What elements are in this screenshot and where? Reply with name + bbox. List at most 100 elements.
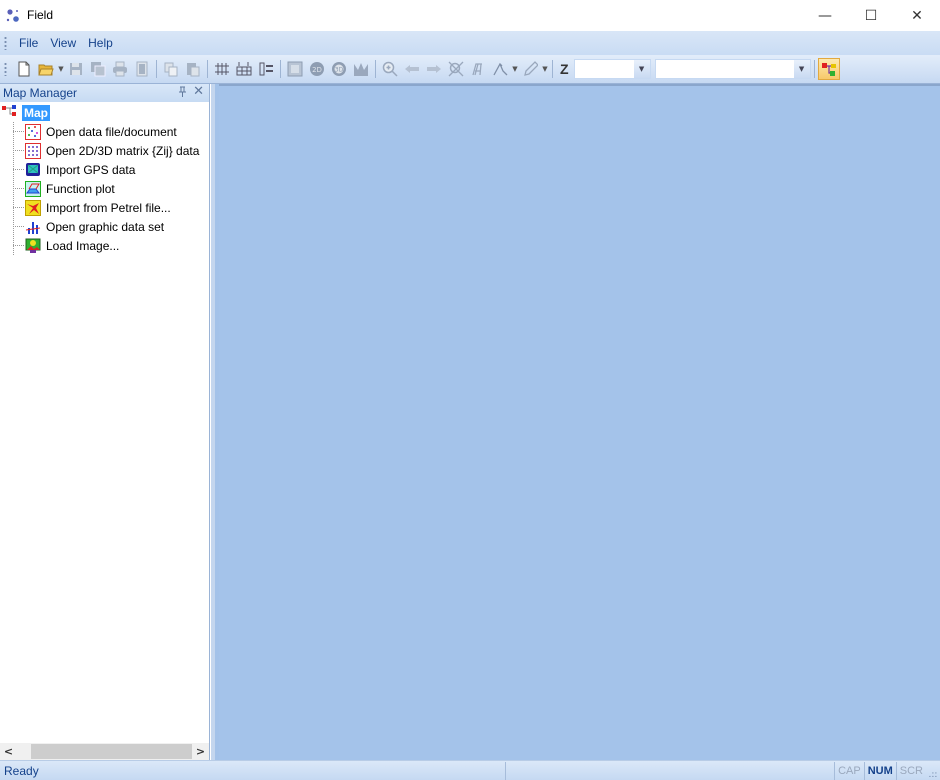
layer-combo-value bbox=[656, 60, 794, 78]
tree-item-open-data-file[interactable]: Open data file/document bbox=[0, 122, 209, 141]
resize-grip-icon[interactable]: .:: bbox=[926, 762, 940, 780]
paste-button[interactable] bbox=[183, 59, 203, 79]
z-combo[interactable]: ▼ bbox=[573, 59, 651, 79]
tree-root-label: Map bbox=[22, 105, 50, 121]
minimize-icon: — bbox=[818, 7, 832, 24]
frame-icon bbox=[287, 61, 303, 77]
scatter-data-icon bbox=[25, 123, 41, 140]
layer-tree-icon bbox=[821, 63, 836, 76]
save-all-icon bbox=[91, 62, 106, 77]
tree-item-load-image[interactable]: Load Image... bbox=[0, 236, 209, 255]
pin-icon[interactable] bbox=[178, 86, 187, 100]
z-combo-value bbox=[575, 60, 634, 78]
arrow-left-icon bbox=[405, 65, 419, 73]
pen-button[interactable] bbox=[520, 59, 540, 79]
menu-grip-handle[interactable] bbox=[4, 36, 7, 50]
maximize-button[interactable]: ☐ bbox=[848, 0, 894, 31]
scroll-left-icon[interactable]: < bbox=[0, 743, 17, 760]
toolbar-separator bbox=[207, 60, 208, 78]
pen-icon bbox=[524, 61, 538, 76]
cap-lock-indicator: CAP bbox=[834, 761, 864, 780]
toolbar-separator bbox=[813, 60, 815, 78]
select-dropdown-arrow[interactable]: ▼ bbox=[511, 65, 519, 73]
toolbar-separator bbox=[552, 60, 553, 78]
close-button[interactable]: ✕ bbox=[894, 0, 940, 31]
menu-help[interactable]: Help bbox=[82, 31, 119, 55]
menu-bar: File View Help bbox=[0, 31, 940, 55]
minimize-button[interactable]: — bbox=[802, 0, 848, 31]
layer-combo[interactable]: ▼ bbox=[654, 59, 811, 79]
select-pointer-icon bbox=[493, 62, 508, 76]
select-pointer-button[interactable] bbox=[490, 59, 510, 79]
zoom-in-icon bbox=[382, 61, 398, 77]
status-text: Ready bbox=[0, 761, 506, 780]
pen-dropdown-arrow[interactable]: ▼ bbox=[541, 65, 549, 73]
app-dots-icon bbox=[6, 9, 19, 22]
tree-item-label: Import GPS data bbox=[46, 162, 136, 177]
tree-root-map[interactable]: Map bbox=[0, 104, 209, 122]
map-tree-icon bbox=[2, 105, 16, 116]
layer-tree-button[interactable] bbox=[817, 58, 840, 80]
workspace-canvas[interactable] bbox=[219, 84, 940, 760]
image-icon bbox=[25, 238, 41, 253]
save-button[interactable] bbox=[66, 59, 86, 79]
print-button[interactable] bbox=[110, 59, 130, 79]
save-all-button[interactable] bbox=[88, 59, 108, 79]
map-manager-header: Map Manager ✕ bbox=[0, 84, 209, 102]
pan-right-button[interactable] bbox=[424, 59, 444, 79]
histogram-button[interactable] bbox=[351, 59, 371, 79]
zoom-fit-icon bbox=[448, 61, 464, 77]
arrow-right-icon bbox=[427, 65, 441, 73]
menu-file[interactable]: File bbox=[13, 31, 44, 55]
list-button[interactable] bbox=[256, 59, 276, 79]
matrix-icon bbox=[25, 142, 41, 159]
tree-item-label: Open 2D/3D matrix {Zij} data bbox=[46, 143, 200, 158]
scroll-track[interactable] bbox=[17, 743, 192, 760]
paste-icon bbox=[187, 63, 200, 77]
scroll-thumb[interactable] bbox=[31, 744, 192, 759]
menu-view[interactable]: View bbox=[44, 31, 82, 55]
tree-item-open-matrix[interactable]: Open 2D/3D matrix {Zij} data bbox=[0, 141, 209, 160]
toolbar: ▼ 2D 3D ▼ ▼ Z ▼ ▼ bbox=[0, 55, 940, 84]
tree-item-open-graphic-data[interactable]: Open graphic data set bbox=[0, 217, 209, 236]
tree-item-function-plot[interactable]: Function plot bbox=[0, 179, 209, 198]
pan-left-button[interactable] bbox=[402, 59, 422, 79]
print-icon bbox=[113, 61, 127, 77]
2d-button[interactable]: 2D bbox=[307, 59, 327, 79]
horizontal-scrollbar[interactable]: < > bbox=[0, 743, 209, 760]
axis-button[interactable] bbox=[468, 59, 488, 79]
tree-item-label: Open graphic data set bbox=[46, 219, 165, 234]
list-icon bbox=[259, 62, 273, 76]
3d-button[interactable]: 3D bbox=[329, 59, 349, 79]
toolbar-grip-handle[interactable] bbox=[4, 62, 7, 76]
map-tree: Map Open data file/document Open 2D/3D m… bbox=[0, 102, 209, 255]
mdi-workspace bbox=[211, 84, 940, 760]
open-folder-icon bbox=[38, 64, 54, 76]
histogram-icon bbox=[354, 63, 368, 76]
zoom-fit-button[interactable] bbox=[446, 59, 466, 79]
print-preview-button[interactable] bbox=[132, 59, 152, 79]
new-document-button[interactable] bbox=[14, 59, 34, 79]
open-dropdown-arrow[interactable]: ▼ bbox=[57, 65, 65, 73]
tree-item-import-gps[interactable]: Import GPS data bbox=[0, 160, 209, 179]
close-panel-icon[interactable]: ✕ bbox=[193, 84, 204, 99]
zoom-in-button[interactable] bbox=[380, 59, 400, 79]
maximize-icon: ☐ bbox=[864, 7, 878, 24]
close-icon: ✕ bbox=[911, 7, 923, 24]
toolbar-separator bbox=[156, 60, 157, 78]
tree-item-import-petrel[interactable]: Import from Petrel file... bbox=[0, 198, 209, 217]
map-manager-title: Map Manager bbox=[3, 86, 78, 100]
new-document-icon bbox=[18, 61, 30, 77]
open-button[interactable] bbox=[36, 59, 56, 79]
chevron-down-icon[interactable]: ▼ bbox=[633, 60, 650, 78]
grid-button[interactable] bbox=[212, 59, 232, 79]
chevron-down-icon[interactable]: ▼ bbox=[793, 60, 810, 78]
copy-button[interactable] bbox=[161, 59, 181, 79]
petrel-icon bbox=[25, 199, 41, 216]
tree-item-label: Import from Petrel file... bbox=[46, 200, 171, 215]
print-preview-icon bbox=[136, 61, 148, 77]
frame-button[interactable] bbox=[285, 59, 305, 79]
svg-text:2D: 2D bbox=[312, 66, 322, 74]
table-button[interactable] bbox=[234, 59, 254, 79]
scroll-right-icon[interactable]: > bbox=[192, 743, 209, 760]
